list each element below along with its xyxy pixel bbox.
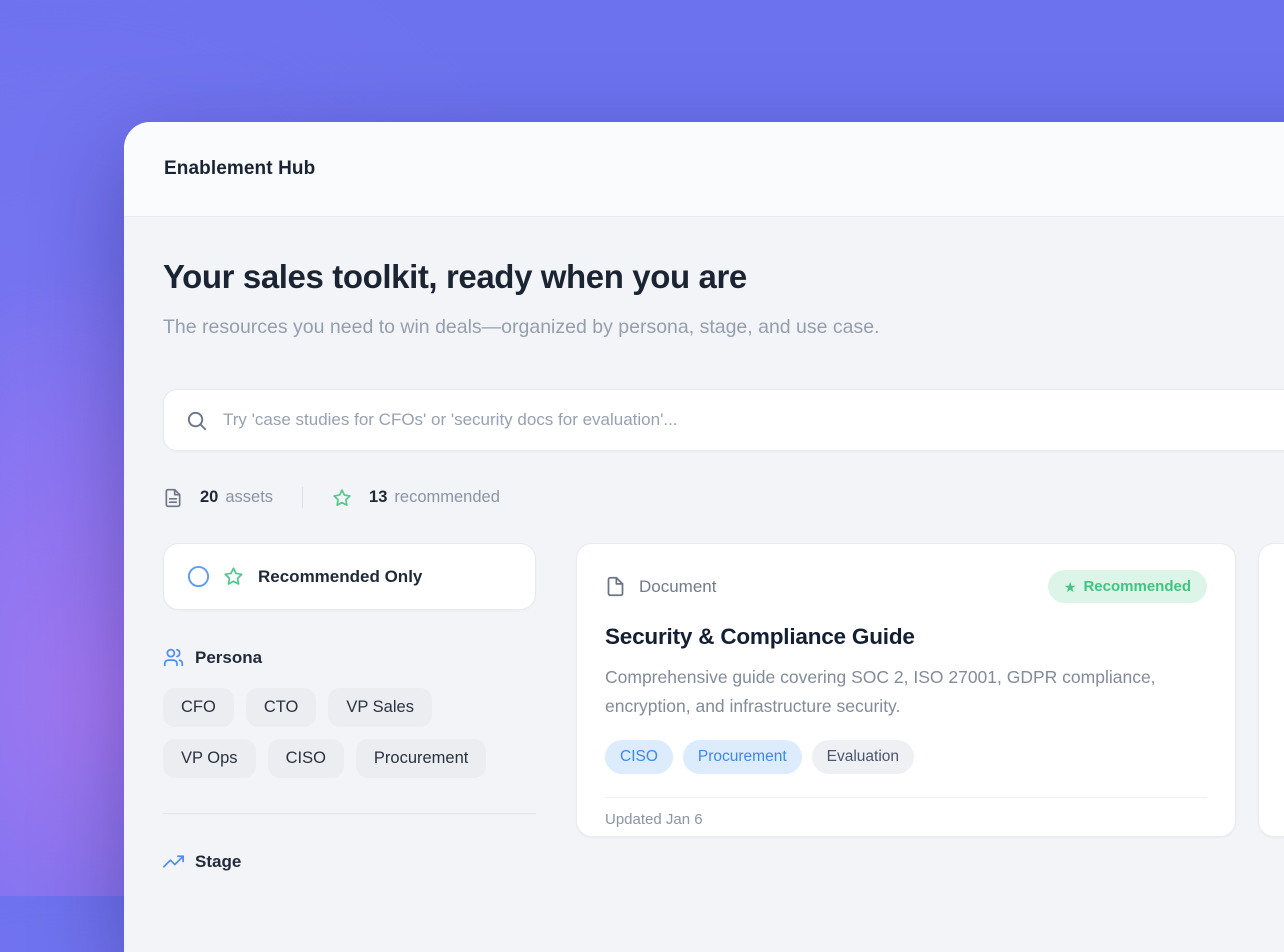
- recommended-count: 13 recommended: [369, 488, 500, 507]
- recommended-count-value: 13: [369, 488, 387, 507]
- stage-section: Stage: [163, 851, 536, 872]
- app-header: Enablement Hub: [124, 122, 1284, 217]
- file-text-icon: [163, 488, 183, 508]
- persona-filter-procurement[interactable]: Procurement: [356, 739, 486, 778]
- recommended-only-label: Recommended Only: [258, 567, 422, 587]
- recommended-badge: ★ Recommended: [1048, 570, 1207, 603]
- card-updated: Updated Jan 6: [605, 811, 703, 828]
- recommended-badge-label: Recommended: [1083, 578, 1191, 595]
- page-title: Your sales toolkit, ready when you are: [163, 259, 1284, 295]
- assets-count-value: 20: [200, 488, 218, 507]
- recommended-only-toggle[interactable]: Recommended Only: [163, 543, 536, 610]
- star-filled-icon: ★: [1064, 580, 1077, 594]
- page-subtitle: The resources you need to win deals—orga…: [163, 310, 923, 344]
- card-footer: Updated Jan 6: [605, 797, 1207, 846]
- search-bar[interactable]: [163, 389, 1284, 451]
- card-type: Document: [605, 576, 716, 597]
- trending-up-icon: [163, 851, 184, 872]
- app-window: Enablement Hub Your sales toolkit, ready…: [124, 122, 1284, 952]
- content-columns: Recommended Only Persona: [163, 543, 1284, 872]
- tag-procurement[interactable]: Procurement: [683, 740, 802, 774]
- assets-count: 20 assets: [200, 488, 273, 507]
- persona-filter-pills: CFO CTO VP Sales VP Ops CISO Procurement: [163, 688, 536, 778]
- stage-section-header: Stage: [163, 851, 536, 872]
- persona-section: Persona CFO CTO VP Sales VP Ops CISO Pro…: [163, 647, 536, 778]
- file-icon: [605, 576, 626, 597]
- card-header: Document ★ Recommended: [605, 570, 1207, 603]
- app-title: Enablement Hub: [164, 158, 315, 180]
- results-grid: Document ★ Recommended Security & Compli…: [576, 543, 1284, 837]
- radio-circle-icon[interactable]: [187, 565, 210, 588]
- stats-divider: [302, 487, 303, 508]
- recommended-count-label: recommended: [394, 488, 499, 507]
- persona-section-label: Persona: [195, 648, 262, 668]
- card-title: Security & Compliance Guide: [605, 624, 1207, 650]
- tag-ciso[interactable]: CISO: [605, 740, 673, 774]
- persona-filter-ciso[interactable]: CISO: [268, 739, 344, 778]
- search-icon: [185, 409, 208, 432]
- search-input[interactable]: [223, 410, 1284, 430]
- assets-count-label: assets: [225, 488, 273, 507]
- tag-evaluation[interactable]: Evaluation: [812, 740, 914, 774]
- star-outline-icon: [332, 488, 352, 508]
- persona-filter-cto[interactable]: CTO: [246, 688, 317, 727]
- sidebar-divider: [163, 813, 536, 814]
- resource-card[interactable]: Document ★ Recommended Security & Compli…: [576, 543, 1236, 837]
- persona-section-header: Persona: [163, 647, 536, 668]
- star-outline-icon: [223, 566, 244, 587]
- card-type-label: Document: [639, 577, 716, 597]
- persona-filter-vp-ops[interactable]: VP Ops: [163, 739, 256, 778]
- main-content: Your sales toolkit, ready when you are T…: [124, 217, 1284, 872]
- filters-sidebar: Recommended Only Persona: [163, 543, 536, 872]
- card-tags: CISO Procurement Evaluation: [605, 740, 1207, 774]
- card-description: Comprehensive guide covering SOC 2, ISO …: [605, 663, 1207, 721]
- users-icon: [163, 647, 184, 668]
- resource-card-partial[interactable]: [1258, 543, 1284, 837]
- persona-filter-cfo[interactable]: CFO: [163, 688, 234, 727]
- stage-section-label: Stage: [195, 852, 241, 872]
- stats-row: 20 assets 13 recommended: [163, 487, 1284, 508]
- persona-filter-vp-sales[interactable]: VP Sales: [328, 688, 432, 727]
